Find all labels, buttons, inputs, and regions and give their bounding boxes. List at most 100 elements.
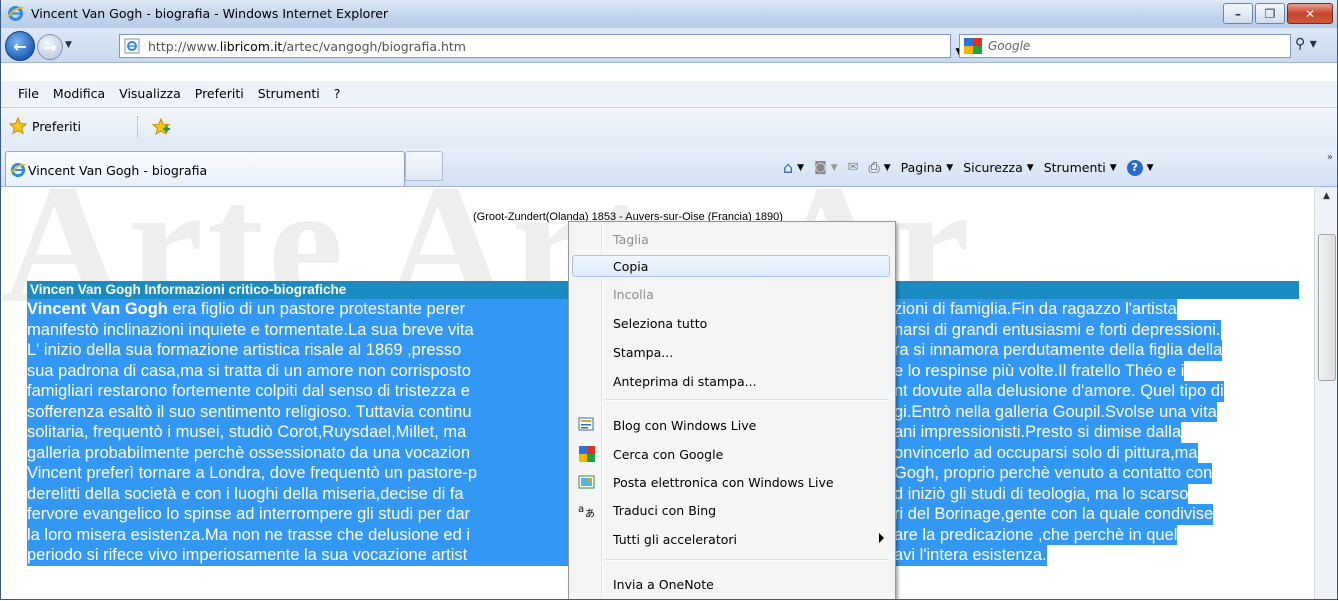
favorites-label: Preferiti xyxy=(32,118,81,134)
menu-item-label: Taglia xyxy=(613,232,649,247)
navigation-bar: ← → ▼ http://www.libricom.it/artec/vango… xyxy=(1,28,1337,63)
address-bar[interactable]: http://www.libricom.it/artec/vangogh/bio… xyxy=(119,34,1036,59)
bio-line-right: ra si innamora perdutamente della figlia… xyxy=(894,340,1223,361)
bio-line-left: sua padrona di casa,ma si tratta di un a… xyxy=(27,360,568,381)
maximize-icon: ❐ xyxy=(1264,6,1276,21)
menu-item-label: Traduci con Bing xyxy=(613,503,717,518)
menu-item-label: Incolla xyxy=(613,287,654,302)
menu-item-label: Stampa... xyxy=(613,345,674,360)
star-icon xyxy=(9,117,27,135)
scroll-thumb[interactable] xyxy=(1318,234,1336,381)
back-button[interactable]: ← xyxy=(5,31,35,61)
menu-item-anteprima-di-stampa[interactable]: Anteprima di stampa... xyxy=(572,370,890,392)
bio-line-right: d iniziò gli studi di teologia, ma lo sc… xyxy=(894,483,1189,504)
bio-line-left: fervore evangelico lo spinse ad interrom… xyxy=(27,504,568,525)
menu-item-label: Tutti gli acceleratori xyxy=(613,532,737,547)
page-menu-button[interactable]: Pagina ▼ xyxy=(901,160,954,175)
menu-file[interactable]: File xyxy=(1,81,46,107)
bio-line-left: Vincent Van Gogh era figlio di un pastor… xyxy=(27,299,568,320)
close-icon: ✕ xyxy=(1304,6,1316,21)
forward-button[interactable]: → xyxy=(37,34,63,60)
google-icon xyxy=(578,445,596,463)
read-mail-button[interactable]: ✉ xyxy=(848,160,859,175)
new-tab-button[interactable] xyxy=(405,151,443,181)
menu-item-label: Copia xyxy=(613,259,649,274)
search-placeholder: Google xyxy=(988,39,1031,53)
bio-line-left: manifestò inclinazioni inquiete e tormen… xyxy=(27,319,568,340)
bio-line-right: avi l'intera esistenza. xyxy=(894,545,1047,566)
bio-line-right: nt dovute alla delusione d'amore. Quel t… xyxy=(894,381,1224,402)
tab-row: Vincent Van Gogh - biografia ⌂ ▼ ◙ ▼ ✉ ⎙ ▼ … xyxy=(1,148,1337,187)
menu-strumenti[interactable]: Strumenti xyxy=(251,81,327,107)
bio-line-right: ani impressionisti.Presto si dimise dall… xyxy=(894,422,1182,443)
context-menu: Taglia Copia Incolla Seleziona tutto Stampa.… xyxy=(568,221,896,599)
url-text: http://www.libricom.it/artec/vangogh/bio… xyxy=(148,39,466,54)
toolbar-divider xyxy=(137,116,138,138)
ie-logo-icon xyxy=(7,6,24,21)
minimize-button[interactable]: – xyxy=(1223,3,1253,24)
menu-item-label: Anteprima di stampa... xyxy=(613,374,757,389)
menu-item-invia-a-onenote[interactable]: Invia a OneNote xyxy=(572,573,890,595)
translate-icon: aあ xyxy=(578,501,596,520)
scroll-up-icon[interactable]: ▲ xyxy=(1315,187,1337,205)
menu-item-incolla[interactable]: Incolla xyxy=(572,283,890,305)
title-bar: Vincent Van Gogh - biografia - Windows I… xyxy=(1,0,1337,29)
menu-item-seleziona-tutto[interactable]: Seleziona tutto xyxy=(572,312,890,334)
favorites-button[interactable]: Preferiti xyxy=(9,117,81,135)
menu-item-blog-con-windows-live[interactable]: Blog con Windows Live xyxy=(572,414,890,436)
bio-line-left: Vincent preferì tornare a Londra, dove f… xyxy=(27,463,568,484)
tab-title: Vincent Van Gogh - biografia xyxy=(28,163,208,178)
bio-line-right: onvincerlo ad occuparsi solo di pittura,… xyxy=(894,442,1198,463)
search-icon[interactable]: ⚲ ▾ xyxy=(1295,36,1317,52)
menu-item-traduci-con-bing[interactable]: a あ Traduci con Bing xyxy=(572,499,890,521)
menu-item-label: Invia a OneNote xyxy=(613,577,714,592)
back-arrow-icon: ← xyxy=(13,36,27,56)
svg-text:あ: あ xyxy=(585,508,595,519)
menu-modifica[interactable]: Modifica xyxy=(46,81,112,107)
menu-preferiti[interactable]: Preferiti xyxy=(188,81,251,107)
tab-ie-icon xyxy=(10,162,26,178)
tools-menu-button[interactable]: Strumenti ▼ xyxy=(1044,160,1117,175)
feeds-button[interactable]: ◙ ▼ xyxy=(814,160,838,175)
menu-item-posta-elettronica-con-windows-live[interactable]: Posta elettronica con Windows Live xyxy=(572,471,890,493)
command-bar: ⌂ ▼ ◙ ▼ ✉ ⎙ ▼ Pagina ▼ Sicurezza ▼ Strumenti ▼… xyxy=(783,158,1164,177)
mail-icon xyxy=(578,473,596,491)
menu-bar: File Modifica Visualizza Preferiti Strumenti… xyxy=(1,81,1337,108)
toolbar-overflow-icon[interactable]: » xyxy=(1327,152,1333,163)
menu-item-label: Posta elettronica con Windows Live xyxy=(613,475,834,490)
help-icon: ? xyxy=(1126,159,1143,176)
help-button[interactable]: ? ▼ xyxy=(1126,159,1154,176)
menu-item-taglia[interactable]: Taglia xyxy=(572,228,890,250)
print-button[interactable]: ⎙ ▼ xyxy=(869,160,891,176)
home-button[interactable]: ⌂ ▼ xyxy=(783,158,804,177)
section-title: Vincen Van Gogh Informazioni critico-bio… xyxy=(30,282,347,297)
blog-icon xyxy=(578,416,596,434)
svg-text:a: a xyxy=(578,504,584,515)
maximize-button[interactable]: ❐ xyxy=(1255,3,1285,24)
security-menu-button[interactable]: Sicurezza ▼ xyxy=(963,160,1033,175)
bio-line-left: la loro misera esistenza.Ma non ne trass… xyxy=(27,524,568,545)
menu-item-cerca-con-google[interactable]: Cerca con Google xyxy=(572,443,890,465)
menu-help[interactable]: ? xyxy=(327,81,348,107)
vertical-scrollbar[interactable]: ▲ xyxy=(1314,187,1337,599)
menu-visualizza[interactable]: Visualizza xyxy=(112,81,188,107)
submenu-arrow-icon xyxy=(879,533,884,543)
close-button[interactable]: ✕ xyxy=(1287,3,1333,24)
recent-pages-dropdown-icon[interactable]: ▼ xyxy=(65,40,72,50)
menu-item-stampa[interactable]: Stampa... xyxy=(572,341,890,363)
browser-window: Vincent Van Gogh - biografia - Windows I… xyxy=(0,0,1338,600)
menu-item-tutti-gli-acceleratori[interactable]: Tutti gli acceleratori xyxy=(572,528,890,550)
favorites-bar: Preferiti xyxy=(1,108,1337,149)
add-to-favorites-bar-icon[interactable] xyxy=(151,117,171,137)
search-box[interactable]: Google xyxy=(959,34,1291,58)
bio-line-left: sofferenza esaltò il suo sentimento reli… xyxy=(27,401,568,422)
tab-current[interactable]: Vincent Van Gogh - biografia xyxy=(5,151,405,186)
window-title: Vincent Van Gogh - biografia - Windows I… xyxy=(31,6,389,21)
bio-line-right: narsi di grandi entusiasmi e forti depre… xyxy=(894,319,1221,340)
mail-icon: ✉ xyxy=(847,160,859,175)
bio-line-right: Gogh, proprio perchè venuto a contatto c… xyxy=(894,463,1213,484)
bio-line-left: L' inizio della sua formazione artistica… xyxy=(27,340,568,361)
menu-item-copia[interactable]: Copia xyxy=(572,255,890,277)
bio-line-left: galleria probabilmente perchè ossessiona… xyxy=(27,442,568,463)
google-logo-icon xyxy=(964,38,982,54)
